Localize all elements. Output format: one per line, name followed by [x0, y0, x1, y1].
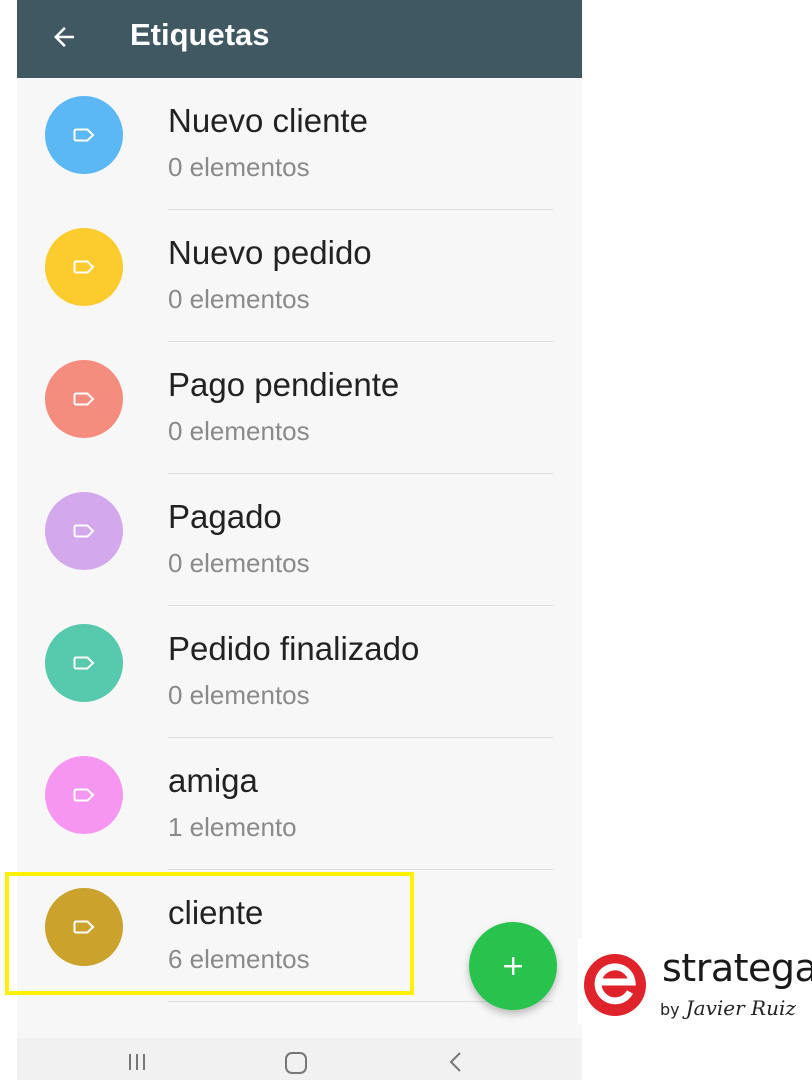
label-row-pagado[interactable]: Pagado 0 elementos [17, 474, 582, 606]
back-icon[interactable] [445, 1050, 467, 1074]
label-name: Nuevo cliente [168, 102, 368, 139]
label-row-amiga[interactable]: amiga 1 elemento [17, 738, 582, 870]
label-name: Pago pendiente [168, 366, 400, 403]
home-icon[interactable] [283, 1050, 309, 1076]
tag-icon [73, 788, 95, 802]
label-name: cliente [168, 894, 264, 931]
recent-apps-icon[interactable] [125, 1050, 149, 1074]
label-badge [45, 756, 123, 834]
app-bar: Etiquetas [17, 0, 582, 78]
plus-icon [504, 957, 522, 975]
label-row-pago-pendiente[interactable]: Pago pendiente 0 elementos [17, 342, 582, 474]
add-label-button[interactable] [469, 922, 557, 1010]
label-count: 0 elementos [168, 680, 310, 710]
label-name: Pagado [168, 498, 282, 535]
label-count: 0 elementos [168, 548, 310, 578]
watermark-author: Javier Ruiz [685, 996, 796, 1020]
label-count: 1 elemento [168, 812, 297, 842]
label-row-nuevo-pedido[interactable]: Nuevo pedido 0 elementos [17, 210, 582, 342]
tag-icon [73, 656, 95, 670]
label-count: 0 elementos [168, 152, 310, 182]
system-nav-bar [17, 1038, 582, 1080]
label-row-nuevo-cliente[interactable]: Nuevo cliente 0 elementos [17, 78, 582, 210]
label-count: 6 elementos [168, 944, 310, 974]
back-button[interactable] [47, 20, 81, 54]
label-badge [45, 360, 123, 438]
label-badge [45, 228, 123, 306]
watermark: stratega by Javier Ruiz [578, 938, 812, 1024]
label-badge [45, 888, 123, 966]
phone-screen: Etiquetas Nuevo cliente 0 elementos Nuev… [17, 0, 582, 1080]
stratega-logo-icon [584, 954, 646, 1016]
label-name: Nuevo pedido [168, 234, 372, 271]
arrow-left-icon [54, 27, 74, 47]
label-count: 0 elementos [168, 284, 310, 314]
tag-icon [73, 524, 95, 538]
watermark-byline: by Javier Ruiz [660, 996, 796, 1020]
labels-list: Nuevo cliente 0 elementos Nuevo pedido 0… [17, 78, 582, 1002]
label-name: amiga [168, 762, 258, 799]
label-name: Pedido finalizado [168, 630, 420, 667]
label-row-pedido-finalizado[interactable]: Pedido finalizado 0 elementos [17, 606, 582, 738]
page-title: Etiquetas [130, 17, 270, 52]
watermark-by: by [660, 1000, 680, 1019]
tag-icon [73, 920, 95, 934]
watermark-brand: stratega [662, 946, 812, 990]
label-badge [45, 96, 123, 174]
label-badge [45, 624, 123, 702]
tag-icon [73, 392, 95, 406]
tag-icon [73, 260, 95, 274]
label-badge [45, 492, 123, 570]
label-count: 0 elementos [168, 416, 310, 446]
tag-icon [73, 128, 95, 142]
